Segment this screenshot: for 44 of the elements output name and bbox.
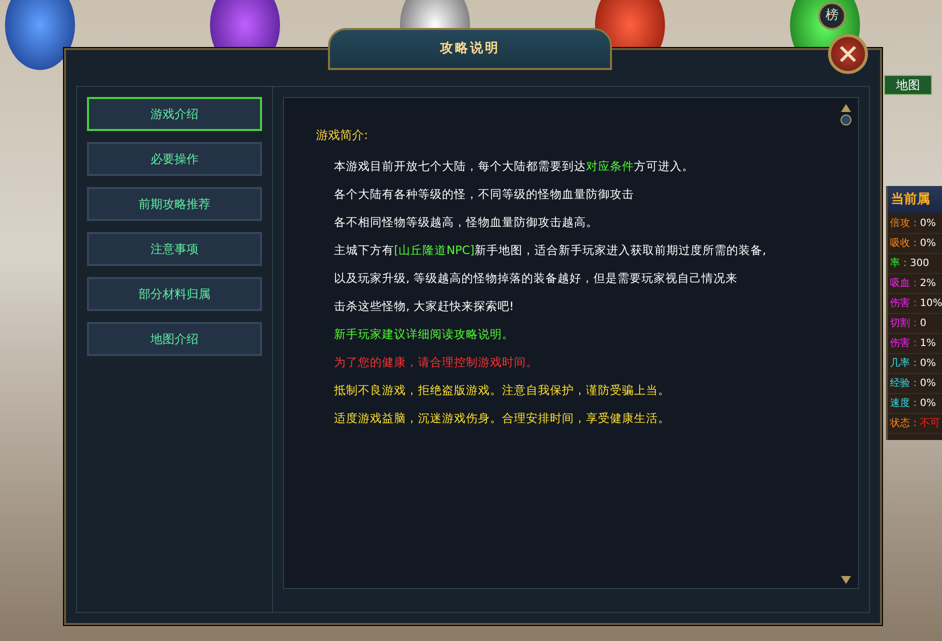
close-icon	[838, 44, 858, 64]
text-line: 各个大陆有各种等级的怪，不同等级的怪物血量防御攻击	[333, 186, 635, 203]
text-line: 以及玩家升级, 等级越高的怪物掉落的装备越好，但是需要玩家视自己情况来	[333, 270, 738, 287]
stat-value: 0%	[920, 236, 936, 250]
tab[interactable]: 注意事项	[87, 232, 262, 266]
stat-label: 吸收：	[890, 236, 920, 250]
stat-value: 0%	[920, 396, 936, 410]
stat-value: 0%	[920, 356, 936, 370]
tab[interactable]: 必要操作	[87, 142, 262, 176]
stat-value: 0%	[920, 376, 936, 390]
stat-value: 0%	[920, 216, 936, 230]
stat-label: 几率：	[890, 356, 920, 370]
panel-title: 当前属	[888, 186, 942, 214]
stat-label: 切割：	[890, 316, 920, 330]
tab[interactable]: 游戏介绍	[87, 97, 262, 131]
stat-label: 率：	[890, 256, 910, 270]
stat-value: 1%	[920, 336, 936, 350]
tab[interactable]: 前期攻略推荐	[87, 187, 262, 221]
dialog-title: 攻略说明	[328, 28, 612, 70]
stat-label: 经验：	[890, 376, 920, 390]
stat-label: 倍攻：	[890, 216, 920, 230]
stat-value: 10%	[920, 296, 942, 310]
stat-label: 状态：	[890, 416, 920, 430]
text-line: 新手玩家建议详细阅读攻略说明。	[333, 326, 515, 343]
tab[interactable]: 地图介绍	[87, 322, 262, 356]
stat-value: 不可	[920, 416, 940, 430]
map-button[interactable]: 地图	[884, 75, 932, 95]
stat-label: 速度：	[890, 396, 920, 410]
section-heading: 游戏简介:	[316, 127, 370, 144]
scrollbar[interactable]	[840, 104, 852, 584]
text-line: 各不相同怪物等级越高，怪物血量防御攻击越高。	[333, 214, 599, 231]
text-line: 击杀这些怪物, 大家赶快来探索吧!	[333, 298, 515, 315]
stat-value: 300	[910, 256, 930, 270]
text-line: 为了您的健康，请合理控制游戏时间。	[333, 354, 539, 371]
tab[interactable]: 部分材料归属	[87, 277, 262, 311]
text-line: 适度游戏益脑，沉迷游戏伤身。合理安排时间，享受健康生活。	[333, 410, 671, 427]
text-line: 抵制不良游戏，拒绝盗版游戏。注意自我保护，谨防受骗上当。	[333, 382, 671, 399]
stat-value: 0	[920, 316, 926, 330]
stat-value: 2%	[920, 276, 936, 290]
stat-label: 吸血：	[890, 276, 920, 290]
stat-label: 伤害：	[890, 296, 920, 310]
stat-label: 伤害：	[890, 336, 920, 350]
text-line: 本游戏目前开放七个大陆，每个大陆都需要到达对应条件方可进入。	[333, 158, 695, 175]
text-line: 主城下方有[山丘隆道NPC]新手地图，适合新手玩家进入获取前期过度所需的装备,	[333, 242, 768, 259]
